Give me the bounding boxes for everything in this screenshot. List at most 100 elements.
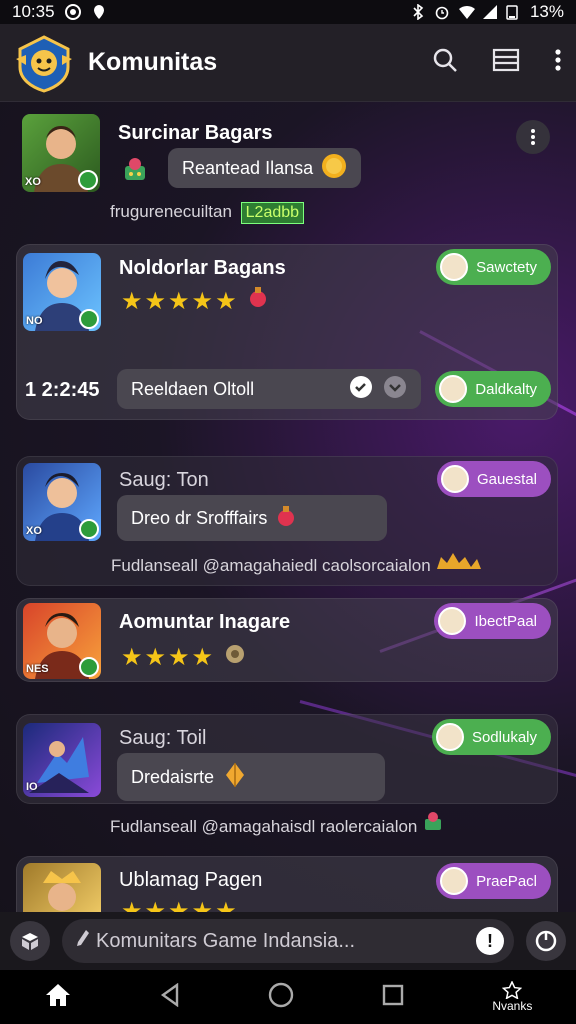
stars: ★★★★ [121, 644, 216, 671]
alarm-icon [434, 4, 450, 20]
post-author[interactable]: Surcinar Bagars [118, 122, 273, 145]
notification-icon [64, 4, 81, 20]
footer-text: Fudlanseall @amagahaisdl raolercaialon [110, 817, 418, 836]
attach-button[interactable] [10, 921, 50, 961]
gift-icon [422, 812, 444, 836]
medal-icon [224, 644, 246, 671]
gift-icon [120, 154, 150, 189]
footer-tag: L2adbb [240, 202, 305, 224]
avatar-mini [440, 867, 469, 895]
crystal-icon [222, 762, 248, 793]
post-footer: Fudlanseall @amagahaisdl raolercaialon [110, 810, 444, 837]
message-text: Dredaisrte [131, 766, 215, 787]
app-screen: 10:35 13% Komunitas XO Surcinar Bagars R… [0, 0, 576, 1024]
chip-label: PraePacl [476, 872, 537, 890]
avatar[interactable]: XO [23, 463, 101, 541]
avatar-mini [440, 253, 469, 281]
post-card[interactable]: XO Saug: Ton Gauestal Dreo dr Srofffairs… [16, 456, 558, 586]
post-card[interactable]: NO Noldorlar Bagans ★★★★★ Sawctety 1 2:2… [16, 244, 558, 420]
verified-badge [78, 170, 98, 190]
avatar[interactable]: IO [23, 723, 101, 797]
star-outline-icon [502, 981, 523, 999]
signal-icon [482, 4, 498, 20]
star-rating: ★★★★ [121, 641, 246, 672]
check-icon[interactable] [349, 375, 373, 404]
app-header: Komunitas [0, 24, 576, 102]
potion-icon [275, 504, 297, 533]
pencil-icon [76, 929, 90, 953]
power-icon [535, 930, 557, 952]
app-logo[interactable] [14, 33, 74, 93]
chevron-down-icon[interactable] [383, 375, 407, 404]
post-card[interactable]: XO Surcinar Bagars Reantead Ilansa frugu… [16, 112, 558, 232]
author-text: Ublamag Pagen [119, 869, 263, 891]
post-footer: Fudlanseall @amagahaiedl caolsorcaialon [111, 551, 485, 576]
post-author[interactable]: Aomuntar Inagare [119, 611, 290, 634]
alert-icon[interactable]: ! [476, 927, 504, 955]
message-text: Reantead Ilansa [182, 157, 314, 178]
home-circle-icon[interactable] [268, 982, 294, 1013]
message-bubble[interactable]: Reeldaen Oltoll [117, 369, 421, 409]
coin-icon [321, 153, 347, 184]
battery-percent: 13% [529, 2, 564, 21]
list-view-icon[interactable] [492, 47, 520, 78]
more-vert-icon[interactable] [554, 48, 562, 77]
location-icon [91, 4, 107, 20]
group-chip[interactable]: Gauestal [436, 461, 551, 497]
message-bubble[interactable]: Reantead Ilansa [168, 148, 362, 188]
verified-badge [79, 309, 99, 329]
group-chip[interactable]: IbectPaal [434, 603, 551, 639]
community-search-field[interactable]: Komunitars Game Indansia... ! [62, 919, 514, 963]
star-rating: ★★★★★ [121, 285, 269, 316]
chip-label: Sodlukaly [471, 728, 537, 746]
avatar-mini [440, 465, 469, 493]
verified-badge [79, 519, 99, 539]
message-text: Reeldaen Oltoll [131, 378, 255, 399]
potion-icon [247, 287, 269, 315]
bluetooth-icon [410, 3, 426, 21]
avatar-mini [435, 723, 464, 751]
group-chip[interactable]: Daldkalty [435, 371, 551, 407]
avatar-tag: XO [26, 525, 42, 537]
group-chip[interactable]: PraePacl [436, 863, 551, 899]
chip-label: Sawctety [476, 258, 537, 276]
group-chip[interactable]: Sodlukaly [431, 719, 551, 755]
avatar[interactable]: NES [23, 603, 101, 679]
post-footer: frugurenecuiltan L2adbb [110, 202, 305, 224]
avatar-mini [439, 375, 468, 403]
verified-badge [79, 657, 99, 677]
avatar[interactable]: XO [22, 114, 100, 192]
post-author[interactable]: Saug: Toil [119, 727, 206, 750]
status-bar: 10:35 13% [0, 0, 576, 24]
post-author[interactable]: Ublamag Pagen [119, 869, 262, 892]
chip-label: Daldkalty [475, 380, 537, 398]
post-card[interactable]: IO Saug: Toil Sodlukaly Dredaisrte [16, 714, 558, 804]
more-vert-icon[interactable] [516, 120, 550, 154]
rankings-label: Nvanks [492, 999, 533, 1013]
status-time: 10:35 [12, 2, 55, 21]
search-icon[interactable] [432, 47, 458, 78]
wifi-icon [458, 4, 475, 20]
message-bubble[interactable]: Dreo dr Srofffairs [117, 495, 387, 541]
composer-bar: Komunitars Game Indansia... ! [0, 912, 576, 970]
chip-label: IbectPaal [474, 612, 537, 630]
home-icon[interactable] [44, 982, 72, 1013]
power-button[interactable] [526, 921, 566, 961]
rankings-nav[interactable]: Nvanks [492, 981, 532, 1013]
post-author[interactable]: Saug: Ton [119, 469, 209, 492]
message-bubble[interactable]: Dredaisrte [117, 753, 385, 801]
avatar[interactable]: NO [23, 253, 101, 331]
back-icon[interactable] [159, 982, 181, 1012]
recents-icon[interactable] [381, 983, 405, 1012]
cube-icon [22, 933, 38, 950]
post-author[interactable]: Noldorlar Bagans [119, 257, 286, 280]
system-nav-bar: Nvanks [0, 970, 576, 1024]
battery-icon [506, 4, 522, 20]
group-chip[interactable]: Sawctety [436, 249, 551, 285]
page-title: Komunitas [88, 48, 218, 76]
post-card[interactable]: NES Aomuntar Inagare ★★★★ IbectPaal [16, 598, 558, 682]
stars: ★★★★★ [121, 288, 239, 315]
footer-text: frugurenecuiltan [110, 202, 232, 221]
post-time: 1 2:2:45 [25, 379, 100, 401]
avatar-tag: NO [26, 315, 43, 327]
